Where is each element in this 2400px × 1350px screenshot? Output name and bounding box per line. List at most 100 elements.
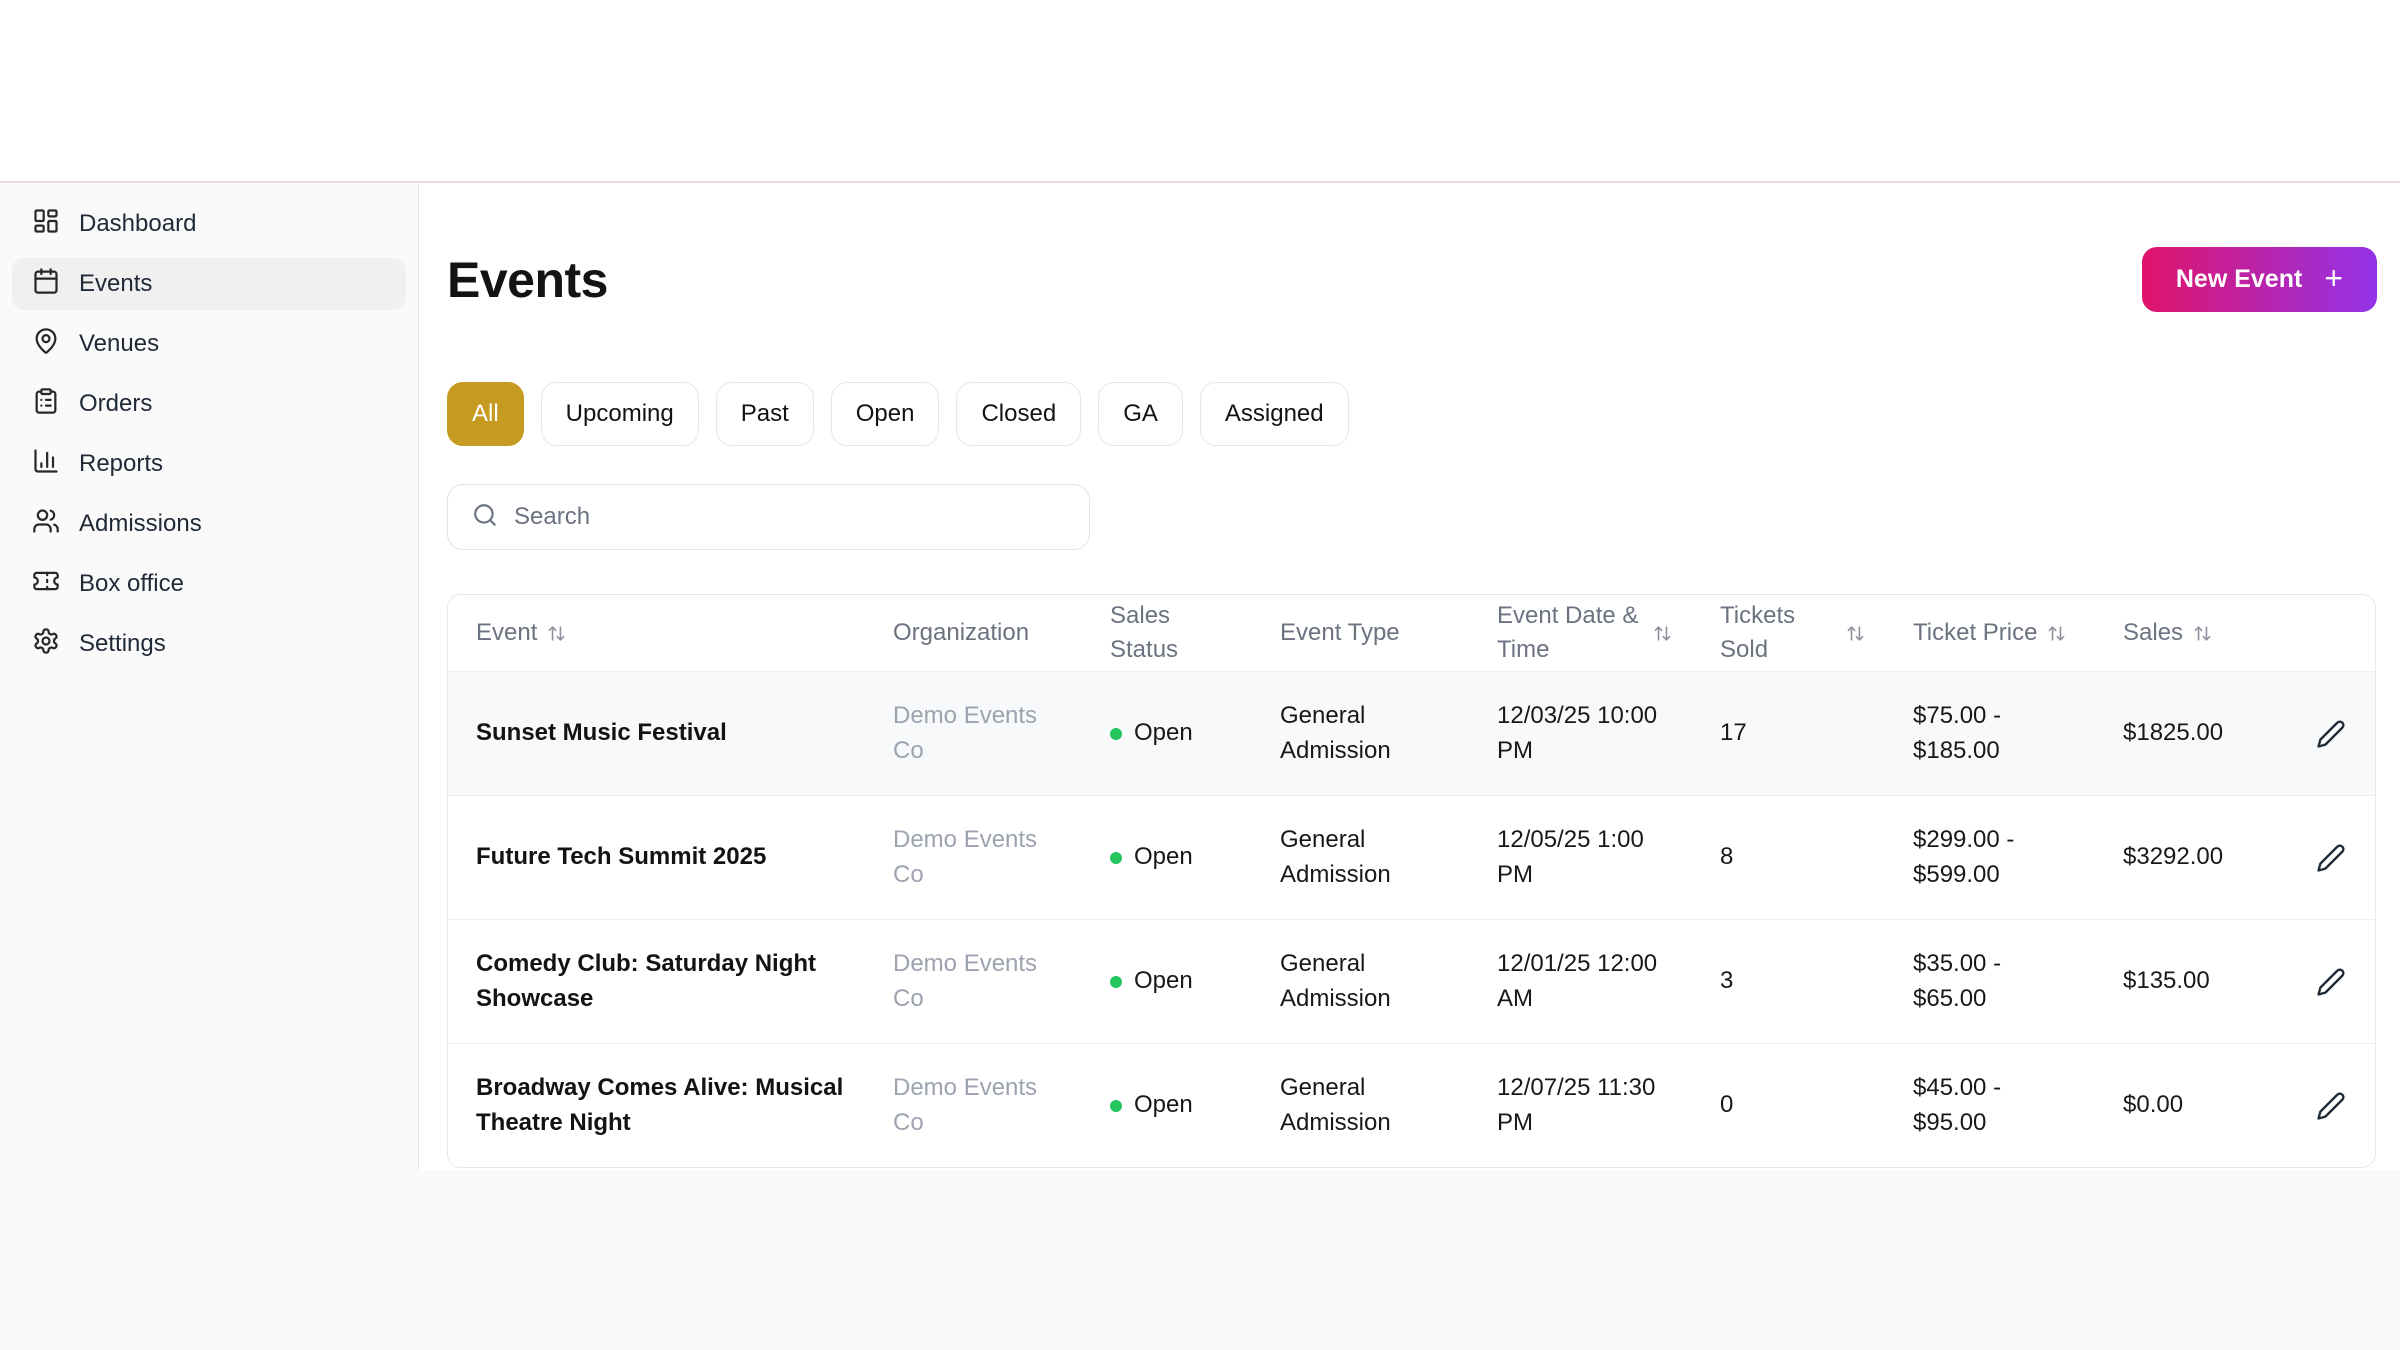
ticket-price: $45.00 - $95.00	[1913, 1074, 2002, 1136]
table-row[interactable]: Comedy Club: Saturday Night Showcase Dem…	[448, 919, 2375, 1043]
filter-pill-upcoming[interactable]: Upcoming	[540, 382, 699, 446]
filter-pill-past[interactable]: Past	[715, 382, 814, 446]
event-datetime: 12/05/25 1:00 PM	[1497, 826, 1644, 888]
sidebar-item-orders[interactable]: Orders	[12, 378, 406, 430]
sidebar-item-events[interactable]: Events	[12, 258, 406, 310]
organization: Demo Events Co	[893, 702, 1038, 764]
filter-pill-closed[interactable]: Closed	[956, 382, 1082, 446]
event-type: General Admission	[1280, 702, 1391, 764]
filter-pill-all[interactable]: All	[447, 382, 524, 446]
sidebar-item-label: Admissions	[79, 510, 202, 537]
table-row[interactable]: Future Tech Summit 2025 Demo Events Co O…	[448, 795, 2375, 919]
page-title: Events	[447, 251, 608, 308]
sidebar: Dashboard Events Venues Orders Reports A…	[0, 183, 419, 1170]
edit-event-button[interactable]	[2310, 712, 2352, 756]
sidebar-item-label: Box office	[79, 570, 184, 597]
top-bar	[0, 0, 2400, 183]
event-datetime: 12/03/25 10:00 PM	[1497, 702, 1658, 764]
status-dot	[1110, 1099, 1122, 1112]
sales-status: Open	[1086, 672, 1256, 795]
status-label: Open	[1134, 719, 1193, 747]
sort-icon	[2193, 624, 2212, 643]
filter-pill-open[interactable]: Open	[830, 382, 940, 446]
sidebar-item-reports[interactable]: Reports	[12, 438, 406, 490]
status-label: Open	[1134, 967, 1193, 995]
status-label: Open	[1134, 1091, 1193, 1119]
pencil-icon	[2316, 1091, 2346, 1121]
ticket-price: $35.00 - $65.00	[1913, 950, 2002, 1012]
tickets-sold: 17	[1720, 719, 1747, 747]
search-box	[447, 484, 1090, 550]
sidebar-item-venues[interactable]: Venues	[12, 318, 406, 370]
event-type: General Admission	[1280, 950, 1391, 1012]
event-name: Comedy Club: Saturday Night Showcase	[476, 950, 817, 1012]
edit-event-button[interactable]	[2310, 1084, 2352, 1128]
status-label: Open	[1134, 843, 1193, 871]
sidebar-item-label: Settings	[79, 630, 166, 657]
sales-status: Open	[1086, 920, 1256, 1043]
event-name: Broadway Comes Alive: Musical Theatre Ni…	[476, 1074, 844, 1136]
sort-icon	[1653, 624, 1672, 643]
plus-icon: +	[2324, 260, 2343, 296]
column-header-organization: Organization	[893, 618, 1030, 646]
filter-bar: All Upcoming Past Open Closed GA Assigne…	[447, 382, 2377, 446]
new-event-button[interactable]: New Event +	[2141, 247, 2377, 312]
sidebar-item-label: Orders	[79, 390, 153, 417]
ticket-icon	[32, 567, 60, 602]
column-header-sales[interactable]: Sales	[2099, 595, 2286, 671]
pencil-icon	[2316, 967, 2346, 997]
event-datetime: 12/07/25 11:30 PM	[1497, 1074, 1656, 1136]
event-type: General Admission	[1280, 826, 1391, 888]
sort-icon	[547, 624, 566, 643]
organization: Demo Events Co	[893, 950, 1038, 1012]
edit-event-button[interactable]	[2310, 836, 2352, 880]
pencil-icon	[2316, 843, 2346, 873]
sidebar-item-label: Reports	[79, 450, 164, 477]
search-input[interactable]	[514, 485, 1065, 549]
event-type: General Admission	[1280, 1074, 1391, 1136]
map-pin-icon	[32, 327, 60, 362]
event-name: Sunset Music Festival	[476, 719, 727, 747]
clipboard-list-icon	[32, 387, 60, 422]
sidebar-item-settings[interactable]: Settings	[12, 618, 406, 670]
new-event-label: New Event	[2175, 265, 2303, 293]
sidebar-item-label: Dashboard	[79, 210, 197, 237]
filter-pill-assigned[interactable]: Assigned	[1199, 382, 1349, 446]
sort-icon	[2047, 624, 2066, 643]
column-header-event[interactable]: Event	[448, 595, 869, 671]
table-header-row: Event Organization Sales Status Event Ty…	[448, 595, 2375, 671]
sidebar-item-label: Venues	[79, 330, 160, 357]
tickets-sold: 0	[1720, 1091, 1734, 1119]
column-header-sales-status: Sales Status	[1110, 601, 1179, 663]
column-header-event-type: Event Type	[1280, 618, 1400, 646]
sidebar-item-admissions[interactable]: Admissions	[12, 498, 406, 550]
event-name: Future Tech Summit 2025	[476, 843, 767, 871]
table-row[interactable]: Broadway Comes Alive: Musical Theatre Ni…	[448, 1043, 2375, 1167]
column-header-tickets-sold[interactable]: Tickets Sold	[1696, 595, 1889, 671]
column-header-event-date[interactable]: Event Date & Time	[1473, 595, 1696, 671]
status-dot	[1110, 975, 1122, 988]
main-content: Events New Event + All Upcoming Past Ope…	[419, 183, 2400, 1170]
table-row[interactable]: Sunset Music Festival Demo Events Co Ope…	[448, 671, 2375, 795]
sidebar-item-box-office[interactable]: Box office	[12, 558, 406, 610]
tickets-sold: 3	[1720, 967, 1734, 995]
users-icon	[32, 507, 60, 542]
dashboard-grid-icon	[32, 207, 60, 242]
sidebar-item-label: Events	[79, 270, 153, 297]
app-body: Dashboard Events Venues Orders Reports A…	[0, 183, 2400, 1170]
edit-event-button[interactable]	[2310, 960, 2352, 1004]
events-table: Event Organization Sales Status Event Ty…	[447, 594, 2376, 1168]
sidebar-item-dashboard[interactable]: Dashboard	[12, 198, 406, 250]
tickets-sold: 8	[1720, 843, 1734, 871]
sales-status: Open	[1086, 796, 1256, 919]
filter-pill-ga[interactable]: GA	[1098, 382, 1183, 446]
pencil-icon	[2316, 719, 2346, 749]
sales-amount: $135.00	[2123, 967, 2210, 995]
ticket-price: $299.00 - $599.00	[1913, 826, 2015, 888]
column-header-ticket-price[interactable]: Ticket Price	[1889, 595, 2099, 671]
event-datetime: 12/01/25 12:00 AM	[1497, 950, 1658, 1012]
sort-icon	[1846, 624, 1865, 643]
sales-amount: $1825.00	[2123, 719, 2224, 747]
calendar-icon	[32, 267, 60, 302]
sales-amount: $3292.00	[2123, 843, 2224, 871]
